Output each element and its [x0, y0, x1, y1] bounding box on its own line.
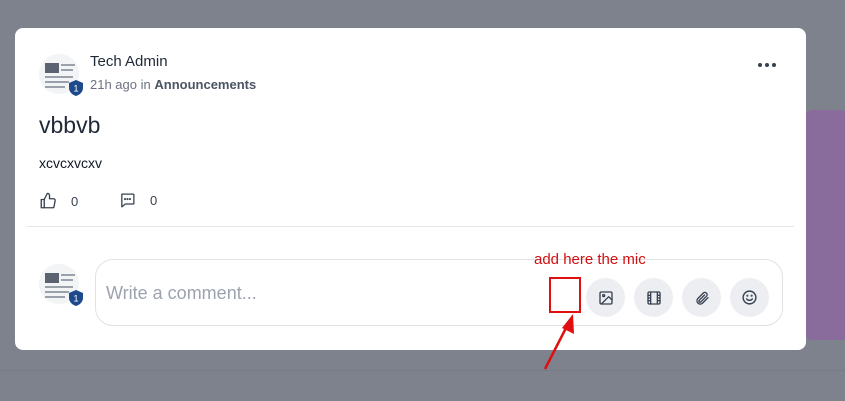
post-meta: 21h ago in Announcements: [90, 77, 256, 92]
svg-text:1: 1: [73, 84, 78, 94]
like-count: 0: [71, 193, 79, 209]
post-body: xcvcxvcxv: [39, 155, 102, 171]
post-card: 1 Tech Admin 21h ago in Announcements vb…: [15, 28, 806, 350]
attach-file-button[interactable]: [682, 278, 721, 317]
author-name[interactable]: Tech Admin: [90, 53, 168, 70]
svg-text:1: 1: [73, 294, 78, 304]
paperclip-icon: [695, 291, 709, 305]
shield-badge-icon: 1: [69, 80, 83, 96]
annotation-label: add here the mic: [534, 251, 646, 268]
post-category-link[interactable]: Announcements: [154, 77, 256, 92]
add-video-button[interactable]: [634, 278, 673, 317]
comment-button[interactable]: 0: [119, 192, 157, 209]
thumbs-up-icon: [40, 192, 56, 209]
image-icon: [598, 290, 613, 305]
emoji-button[interactable]: [730, 278, 769, 317]
comment-icon: [121, 193, 135, 208]
background-divider: [0, 370, 845, 371]
post-in: in: [140, 77, 151, 92]
background-banner: [806, 110, 845, 340]
post-title: vbbvb: [39, 112, 101, 138]
post-time: 21h ago: [90, 77, 137, 92]
card-divider: [27, 226, 794, 227]
smile-icon: [742, 290, 757, 305]
shield-badge-icon: 1: [69, 290, 83, 306]
commenter-avatar: 1: [39, 264, 83, 306]
annotation-box: [549, 277, 581, 313]
comment-composer: [95, 259, 783, 326]
more-horizontal-icon: [758, 63, 762, 67]
author-avatar[interactable]: 1: [39, 54, 83, 96]
add-image-button[interactable]: [586, 278, 625, 317]
comment-input[interactable]: [104, 280, 528, 306]
video-icon: [646, 290, 661, 305]
comment-count: 0: [150, 193, 158, 208]
more-options-button[interactable]: [758, 58, 780, 72]
like-button[interactable]: 0: [39, 192, 78, 210]
